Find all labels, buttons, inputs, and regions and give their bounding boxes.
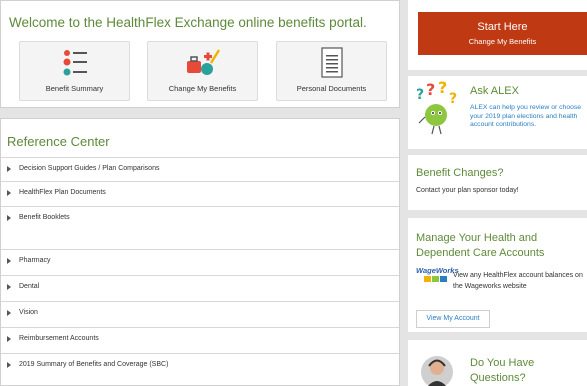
ref-item-label: Decision Support Guides / Plan Compariso… xyxy=(19,165,160,172)
ref-item-label: Reimbursement Accounts xyxy=(19,335,99,342)
caret-right-icon xyxy=(7,336,11,342)
ref-item-label: HealthFlex Plan Documents xyxy=(19,189,106,196)
ref-item-label: Benefit Booklets xyxy=(19,214,70,221)
start-here-button[interactable]: Start Here Change My Benefits xyxy=(418,12,587,55)
change-my-benefits-tile[interactable]: Change My Benefits xyxy=(147,41,258,101)
svg-text:?: ? xyxy=(438,81,447,97)
alex-character-icon: ? ? ? ? xyxy=(414,78,464,146)
caret-right-icon xyxy=(7,362,11,368)
ref-item-vision[interactable]: Vision xyxy=(1,301,399,325)
view-my-account-button[interactable]: View My Account xyxy=(416,310,490,328)
ref-item-benefit-booklets[interactable]: Benefit Booklets xyxy=(1,206,399,247)
ref-item-label: 2019 Summary of Benefits and Coverage (S… xyxy=(19,361,169,368)
caret-right-icon xyxy=(7,310,11,316)
caret-right-icon xyxy=(7,190,11,196)
ref-item-dental[interactable]: Dental xyxy=(1,275,399,299)
ask-alex-panel[interactable]: ? ? ? ? Ask ALEX ALEX can help you revie… xyxy=(408,76,587,149)
benefit-summary-tile[interactable]: Benefit Summary xyxy=(19,41,130,101)
wageworks-brand: WageWorks xyxy=(416,266,459,275)
start-here-panel: Start Here Change My Benefits xyxy=(408,0,587,70)
manage-accounts-description: View any HealthFlex account balances on … xyxy=(453,272,583,290)
wageworks-logo: WageWorks xyxy=(416,266,459,286)
benefit-changes-description: Contact your plan sponsor today! xyxy=(416,187,519,194)
document-icon xyxy=(277,47,386,79)
manage-accounts-title: Manage Your Health and Dependent Care Ac… xyxy=(416,232,545,259)
benefit-summary-icon xyxy=(20,47,129,79)
personal-documents-tile[interactable]: Personal Documents xyxy=(276,41,387,101)
caret-right-icon xyxy=(7,258,11,264)
caret-right-icon xyxy=(7,166,11,172)
questions-title: Do You Have Questions? xyxy=(470,357,535,384)
benefit-changes-title: Benefit Changes? xyxy=(416,167,504,179)
benefit-summary-label: Benefit Summary xyxy=(45,84,104,93)
welcome-title: Welcome to the HealthFlex Exchange onlin… xyxy=(9,15,367,30)
ref-item-decision-support[interactable]: Decision Support Guides / Plan Compariso… xyxy=(1,157,399,181)
questions-panel: Do You Have Questions? xyxy=(408,340,587,386)
ref-item-reimbursement[interactable]: Reimbursement Accounts xyxy=(1,327,399,351)
ref-item-label: Vision xyxy=(19,309,38,316)
benefit-changes-panel: Benefit Changes? Contact your plan spons… xyxy=(408,155,587,210)
personal-documents-label: Personal Documents xyxy=(296,84,367,93)
ref-item-plan-documents[interactable]: HealthFlex Plan Documents xyxy=(1,181,399,205)
change-my-benefits-label: Change My Benefits xyxy=(168,84,237,93)
reference-center-title: Reference Center xyxy=(7,134,110,149)
start-here-subtitle: Change My Benefits xyxy=(468,37,537,46)
svg-text:?: ? xyxy=(449,91,457,107)
manage-accounts-panel: Manage Your Health and Dependent Care Ac… xyxy=(408,218,587,332)
ref-item-label: Pharmacy xyxy=(19,257,51,264)
support-agent-icon xyxy=(414,350,460,386)
ask-alex-title[interactable]: Ask ALEX xyxy=(470,85,519,97)
svg-text:?: ? xyxy=(426,81,435,99)
svg-text:?: ? xyxy=(416,87,424,103)
ref-item-pharmacy[interactable]: Pharmacy xyxy=(1,249,399,273)
caret-right-icon xyxy=(7,215,11,221)
ref-item-label: Dental xyxy=(19,283,40,290)
caret-right-icon xyxy=(7,284,11,290)
ask-alex-description[interactable]: ALEX can help you review or choose your … xyxy=(470,104,587,130)
start-here-title: Start Here xyxy=(477,21,528,33)
welcome-panel: Welcome to the HealthFlex Exchange onlin… xyxy=(0,0,400,108)
reference-center-panel: Reference Center Decision Support Guides… xyxy=(0,118,400,386)
change-benefits-icon xyxy=(148,47,257,79)
ref-item-sbc[interactable]: 2019 Summary of Benefits and Coverage (S… xyxy=(1,353,399,377)
